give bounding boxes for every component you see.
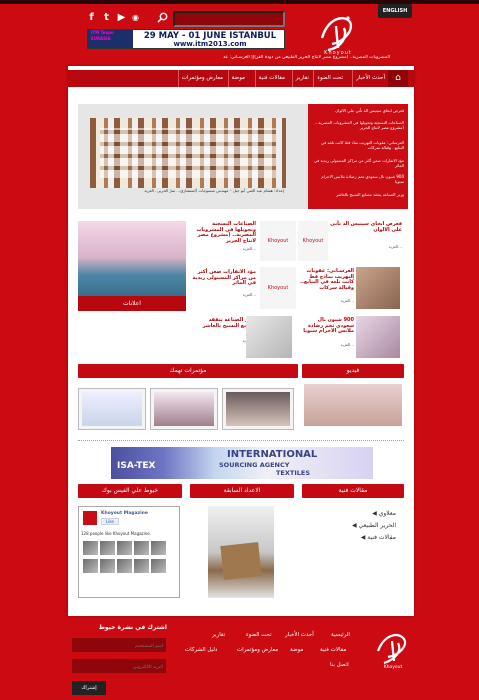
avatar[interactable]	[151, 541, 166, 555]
footer-link-spotlight[interactable]: تحت الضوء	[246, 632, 272, 638]
slider-headline[interactable]: الصناعات النسجية وتحويلها في المشروبات ا…	[312, 120, 404, 130]
newsletter-email-input[interactable]	[72, 659, 166, 673]
slider-headline[interactable]: فعرض ابحاي سيتيس الذ تأتي علي الالوان	[312, 108, 404, 113]
news-ticker[interactable]: المشروبات المصرية.. (مشروع مصر لانتاج ال…	[90, 55, 390, 60]
khoyout-thumb[interactable]: Khoyout	[298, 221, 328, 261]
news-title[interactable]: فعرض ابحاي سيتيس الذ تأتي علي الالوان	[330, 221, 402, 233]
nav-item-fashion[interactable]: موضة	[227, 70, 248, 87]
content-panel: ⌂ أحدث الأخبار تحت الضوء تقارير مقالات ف…	[68, 66, 414, 616]
rss-icon[interactable]: ◉	[130, 12, 141, 23]
video-section-title: فيديو	[302, 364, 404, 378]
image-texture	[100, 128, 276, 178]
facebook-like-button[interactable]: Like	[101, 518, 119, 525]
slider-headline[interactable]: العرساني: عقوبات التهريب نماذ فط كانت تل…	[312, 140, 404, 150]
footer-logo-text: Khoyout	[383, 665, 403, 670]
event-image	[154, 392, 214, 426]
news-thumbnail[interactable]	[356, 267, 400, 309]
featured-image[interactable]	[90, 118, 286, 188]
category-link[interactable]: مقالات فنية ◀	[306, 534, 396, 541]
nav-item-reports[interactable]: تقارير	[291, 70, 312, 87]
news-title[interactable]: الصناعات النسجية وتحويلها في المشروبات ا…	[192, 221, 256, 244]
issues-section-title: الاعداد السابقة	[190, 484, 294, 498]
ad-line: INTERNATIONAL	[227, 449, 318, 460]
avatar[interactable]	[134, 541, 149, 555]
newsletter-name-input[interactable]	[72, 638, 166, 652]
magazine-cover-box	[220, 542, 262, 580]
slider-headline[interactable]: 900 شيون نال سعودي تحم رضاذة ملابس الاحر…	[312, 174, 404, 184]
banner-url: www.itm2013.com	[173, 40, 247, 48]
newsletter-submit-button[interactable]: إشتراك	[72, 681, 106, 695]
nav-item-articles[interactable]: مقالات فنية	[254, 70, 288, 87]
ad-line: TEXTILES	[276, 469, 311, 477]
twitter-icon[interactable]: t	[101, 12, 112, 23]
news-title[interactable]: العرسـاني: عقوبات التهريب نماذج فط كانت …	[298, 268, 354, 291]
avatar[interactable]	[151, 559, 166, 573]
event-image	[226, 392, 290, 426]
search-input[interactable]	[173, 11, 285, 27]
avatar[interactable]	[134, 559, 149, 573]
footer-link-exhibitions[interactable]: معارض ومؤتمرات	[237, 647, 278, 653]
slider-headline[interactable]: وزير الصناعة يتفقد مصانع النسيح بالعاشر	[312, 192, 404, 197]
category-link[interactable]: معلاوي ◀	[306, 510, 396, 517]
avatar[interactable]	[117, 559, 132, 573]
slider-caption: إعداد: هشام عبد الغني أبو جبل – مهندس من…	[144, 188, 284, 193]
footer-link-directory[interactable]: دليل الشركات	[185, 647, 217, 653]
footer-khoyout-logo[interactable]	[372, 627, 412, 667]
event-image	[82, 392, 142, 426]
facebook-avatar[interactable]	[83, 511, 97, 525]
magazine-cover[interactable]	[208, 506, 274, 598]
avatar[interactable]	[83, 541, 98, 555]
news-thumbnail[interactable]	[356, 316, 400, 358]
khoyout-thumb[interactable]: Khoyout	[260, 221, 296, 261]
news-more[interactable]: ...العزيد	[192, 246, 257, 251]
news-title[interactable]: مؤذ الاتفارات صعن أكثر من مراكز المستولى…	[192, 269, 256, 287]
nav-item-exhibitions[interactable]: معارض ومؤتمرات	[177, 70, 226, 87]
isatex-ad-banner[interactable]: ISA-TEX INTERNATIONAL SOURCING AGENCY TE…	[111, 447, 373, 479]
footer-link-latest[interactable]: أحدث الأخبار	[285, 632, 314, 638]
slider-headlines: فعرض ابحاي سيتيس الذ تأتي علي الالوان ال…	[308, 104, 408, 209]
youtube-icon[interactable]: ▶	[116, 12, 127, 23]
isatex-logo-text: ISA-TEX	[117, 461, 156, 471]
itm-banner-ad[interactable]: ITM Texpo EURASIA 29 MAY - 01 JUNE ISTANB…	[87, 29, 285, 49]
footer-link-fashion[interactable]: موضة	[290, 647, 303, 653]
news-more[interactable]: ...العزيد	[298, 342, 355, 347]
avatar[interactable]	[83, 559, 98, 573]
news-more[interactable]: ...العزيد	[298, 298, 355, 303]
news-thumbnail[interactable]	[246, 316, 292, 358]
khoyout-thumb[interactable]: Khoyout	[260, 267, 296, 309]
divider	[78, 440, 404, 441]
avatar[interactable]	[100, 559, 115, 573]
home-icon[interactable]: ⌂	[388, 70, 408, 87]
facebook-section-title: خيوط علي الفيس بوك	[78, 484, 182, 498]
footer-link-contact[interactable]: اتصل بنا	[330, 662, 349, 668]
slider-headline[interactable]: مؤذ الاتفارات صعن أكثر من مراكز المستولى…	[312, 158, 404, 168]
newsletter-title: اشترك في نشرة خيوط	[98, 624, 167, 631]
main-nav: ⌂ أحدث الأخبار تحت الضوء تقارير مقالات ف…	[68, 70, 414, 87]
nav-item-spotlight[interactable]: تحت الضوء	[313, 70, 346, 87]
news-title[interactable]: 900 شيون نال سعودي تحم رضاذة ملابس الاحر…	[298, 317, 354, 335]
news-more[interactable]: ...العزيد	[192, 292, 257, 297]
nav-item-latest[interactable]: أحدث الأخبار	[352, 70, 388, 87]
news-more[interactable]: ...العزيد	[330, 244, 403, 249]
facebook-icon[interactable]: f	[86, 12, 97, 23]
ads-label[interactable]: اعلانات	[78, 296, 186, 311]
featured-slider: إعداد: هشام عبد الغني أبو جبل – مهندس من…	[78, 104, 408, 209]
facebook-widget: Khoyout Magazine Like 128 people like Kh…	[78, 506, 180, 598]
facebook-header: Khoyout Magazine Like	[81, 509, 177, 527]
facebook-page-name[interactable]: Khoyout Magazine	[101, 511, 148, 516]
events-section-title: مؤتمرات تهمك	[78, 364, 298, 378]
footer-link-home[interactable]: الرئيسية	[331, 632, 350, 638]
avatar[interactable]	[117, 541, 132, 555]
category-link[interactable]: الحرير الطبيعي ◀	[306, 522, 396, 529]
footer-link-articles[interactable]: مقالات فنية	[320, 647, 346, 653]
footer-link-reports[interactable]: تقارير	[212, 632, 225, 638]
facebook-like-count: 128 people like Khoyout Magazine.	[81, 531, 152, 536]
english-button[interactable]: ENGLISH	[378, 4, 412, 18]
video-thumbnail[interactable]	[304, 384, 402, 426]
ad-line: SOURCING AGENCY	[219, 461, 290, 469]
categories-section-title: مقالات فنية	[302, 484, 404, 498]
itm-logo: ITM Texpo EURASIA	[88, 30, 133, 48]
avatar[interactable]	[100, 541, 115, 555]
search-icon[interactable]	[157, 12, 168, 23]
